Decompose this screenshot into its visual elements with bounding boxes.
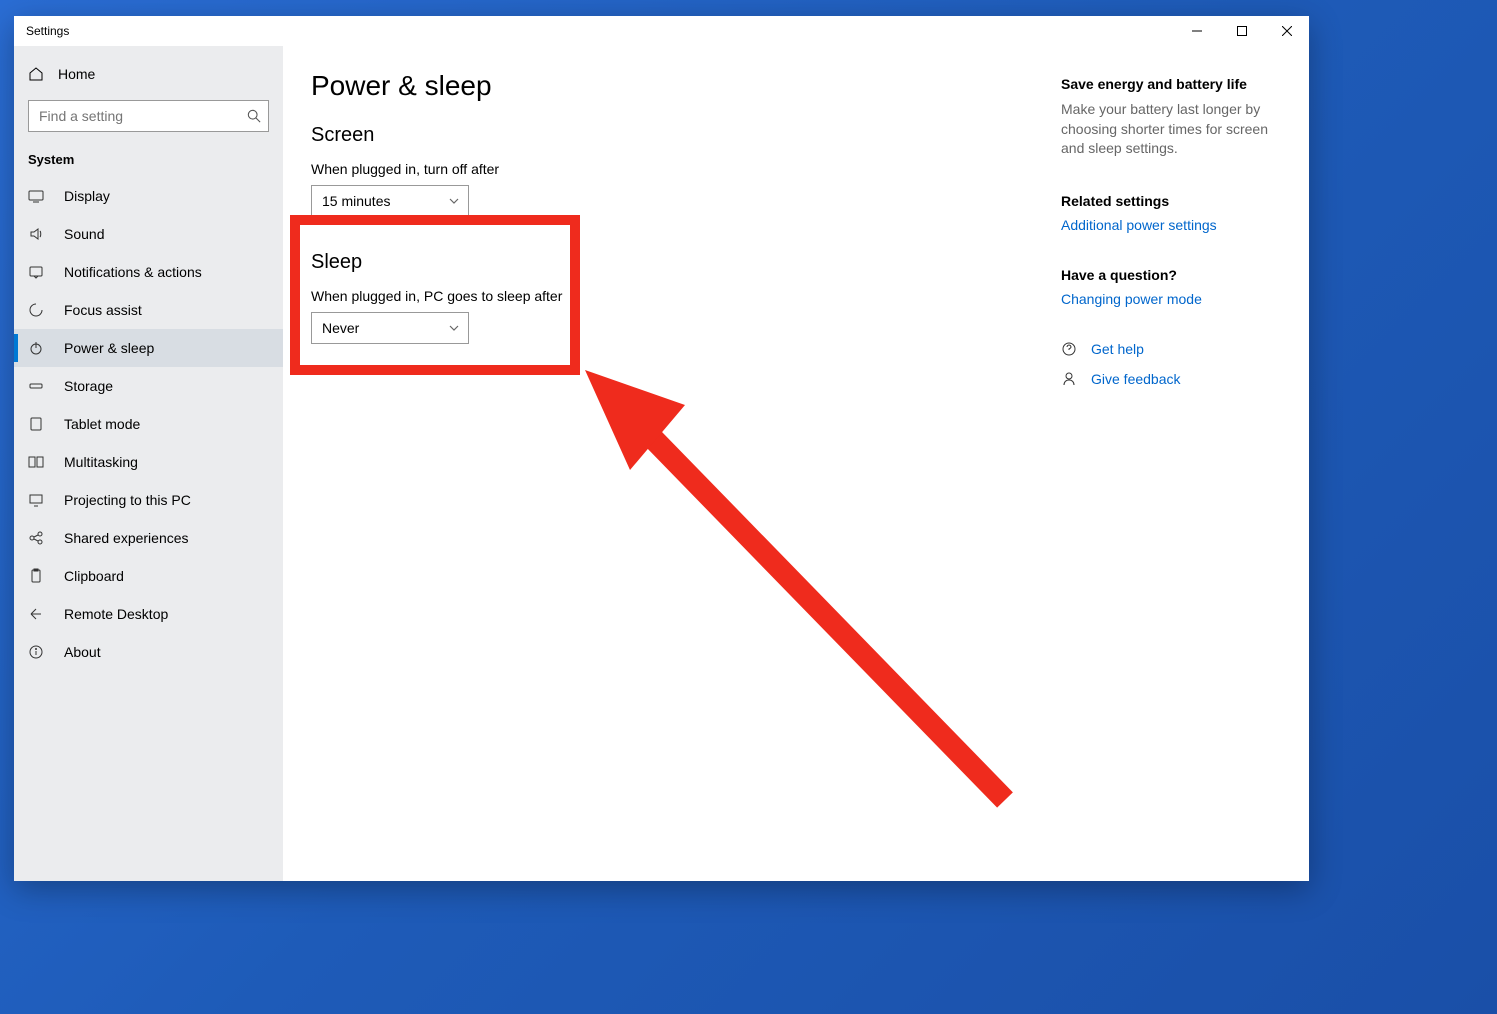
nav-item-projecting[interactable]: Projecting to this PC: [14, 481, 283, 519]
home-icon: [28, 66, 44, 82]
related-heading: Related settings: [1061, 193, 1281, 209]
chevron-down-icon: [448, 195, 460, 207]
question-heading: Have a question?: [1061, 267, 1281, 283]
nav-list: Display Sound Notifications & actions Fo…: [14, 177, 283, 671]
nav-item-label: Clipboard: [64, 568, 124, 584]
screen-timeout-value: 15 minutes: [322, 193, 390, 209]
window-controls: [1174, 16, 1309, 46]
get-help-link[interactable]: Get help: [1091, 341, 1144, 357]
changing-power-mode-link[interactable]: Changing power mode: [1061, 291, 1281, 307]
nav-item-label: Notifications & actions: [64, 264, 202, 280]
projecting-icon: [28, 492, 44, 508]
nav-item-clipboard[interactable]: Clipboard: [14, 557, 283, 595]
additional-power-settings-link[interactable]: Additional power settings: [1061, 217, 1281, 233]
sidebar: Home System Display Sound Notifications …: [14, 46, 283, 881]
chevron-down-icon: [448, 322, 460, 334]
nav-item-label: Sound: [64, 226, 104, 242]
nav-item-sound[interactable]: Sound: [14, 215, 283, 253]
sleep-label: When plugged in, PC goes to sleep after: [311, 288, 1001, 304]
sleep-timeout-dropdown[interactable]: Never: [311, 312, 469, 344]
notifications-icon: [28, 264, 44, 280]
sound-icon: [28, 226, 44, 242]
tablet-icon: [28, 416, 44, 432]
nav-home-label: Home: [58, 66, 95, 82]
nav-item-storage[interactable]: Storage: [14, 367, 283, 405]
titlebar: Settings: [14, 16, 1309, 46]
minimize-button[interactable]: [1174, 16, 1219, 46]
search-box: [28, 100, 269, 132]
nav-item-tablet-mode[interactable]: Tablet mode: [14, 405, 283, 443]
nav-item-label: Storage: [64, 378, 113, 394]
main-column: Power & sleep Screen When plugged in, tu…: [311, 70, 1001, 857]
aside-column: Save energy and battery life Make your b…: [1061, 70, 1281, 857]
give-feedback-link[interactable]: Give feedback: [1091, 371, 1181, 387]
remote-icon: [28, 606, 44, 622]
sleep-heading: Sleep: [311, 251, 1001, 274]
energy-text: Make your battery last longer by choosin…: [1061, 100, 1281, 159]
nav-item-label: Focus assist: [64, 302, 142, 318]
multitasking-icon: [28, 454, 44, 470]
nav-item-label: Shared experiences: [64, 530, 189, 546]
nav-item-label: Tablet mode: [64, 416, 140, 432]
nav-item-display[interactable]: Display: [14, 177, 283, 215]
display-icon: [28, 188, 44, 204]
storage-icon: [28, 378, 44, 394]
page-title: Power & sleep: [311, 70, 1001, 102]
screen-timeout-dropdown[interactable]: 15 minutes: [311, 185, 469, 217]
window-title: Settings: [14, 24, 1174, 38]
screen-heading: Screen: [311, 124, 1001, 147]
maximize-button[interactable]: [1219, 16, 1264, 46]
category-label: System: [14, 146, 283, 177]
screen-label: When plugged in, turn off after: [311, 161, 1001, 177]
close-button[interactable]: [1264, 16, 1309, 46]
nav-item-power-sleep[interactable]: Power & sleep: [14, 329, 283, 367]
nav-item-label: About: [64, 644, 101, 660]
nav-item-multitasking[interactable]: Multitasking: [14, 443, 283, 481]
nav-item-label: Projecting to this PC: [64, 492, 191, 508]
settings-window: Settings Home System Display Sound: [14, 16, 1309, 881]
nav-home[interactable]: Home: [14, 56, 283, 92]
nav-item-about[interactable]: About: [14, 633, 283, 671]
nav-item-shared-experiences[interactable]: Shared experiences: [14, 519, 283, 557]
nav-item-label: Display: [64, 188, 110, 204]
energy-heading: Save energy and battery life: [1061, 76, 1281, 92]
focus-assist-icon: [28, 302, 44, 318]
shared-icon: [28, 530, 44, 546]
about-icon: [28, 644, 44, 660]
sleep-timeout-value: Never: [322, 320, 359, 336]
help-icon: [1061, 341, 1077, 357]
clipboard-icon: [28, 568, 44, 584]
feedback-icon: [1061, 371, 1077, 387]
content-area: Power & sleep Screen When plugged in, tu…: [283, 46, 1309, 881]
nav-item-label: Remote Desktop: [64, 606, 168, 622]
nav-item-remote-desktop[interactable]: Remote Desktop: [14, 595, 283, 633]
nav-item-notifications[interactable]: Notifications & actions: [14, 253, 283, 291]
search-icon: [247, 109, 261, 123]
power-icon: [28, 340, 44, 356]
nav-item-focus-assist[interactable]: Focus assist: [14, 291, 283, 329]
search-input[interactable]: [28, 100, 269, 132]
nav-item-label: Power & sleep: [64, 340, 154, 356]
nav-item-label: Multitasking: [64, 454, 138, 470]
